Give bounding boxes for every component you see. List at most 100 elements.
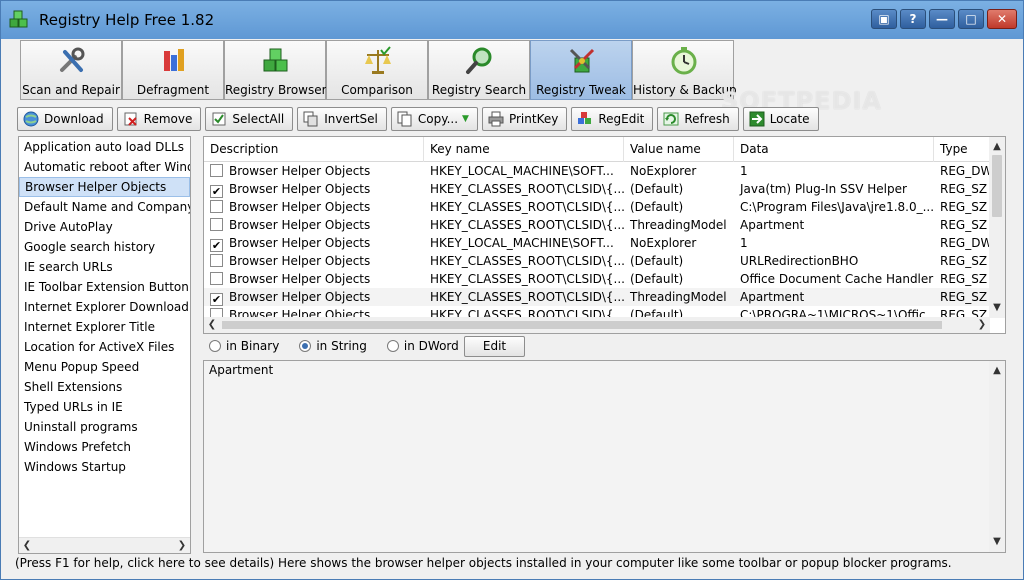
clock-icon — [671, 47, 697, 75]
selectall-button[interactable]: SelectAll — [205, 107, 294, 131]
tweak-list-item[interactable]: Menu Popup Speed — [19, 357, 190, 377]
scroll-down-icon[interactable]: ▼ — [989, 534, 1005, 550]
tweak-list-item[interactable]: Shell Extensions — [19, 377, 190, 397]
tweak-list[interactable]: Application auto load DLLs Automatic rebo… — [19, 137, 190, 537]
scroll-up-icon[interactable]: ▲ — [989, 363, 1005, 379]
radio-circle[interactable] — [209, 340, 221, 352]
scroll-right-icon[interactable]: ❯ — [974, 317, 990, 333]
regedit-button[interactable]: RegEdit — [571, 107, 654, 131]
tweak-list-horizontal-scrollbar[interactable]: ❮ ❯ — [19, 537, 190, 553]
toolbar: Download Remove SelectAll InvertSel Copy… — [17, 107, 819, 131]
title-bar[interactable]: Registry Help Free 1.82 ▣ ? — □ ✕ — [1, 1, 1023, 39]
scroll-left-icon[interactable]: ❮ — [19, 538, 35, 553]
row-checkbox[interactable] — [210, 218, 223, 231]
tab-scan-and-repair[interactable]: Scan and Repair — [20, 40, 122, 100]
grid-vertical-scrollbar[interactable]: ▲ ▼ — [989, 137, 1005, 318]
tweak-list-item[interactable]: Drive AutoPlay — [19, 217, 190, 237]
tweak-list-item[interactable]: Windows Startup — [19, 457, 190, 477]
cell-type: REG_SZ — [940, 218, 988, 232]
tweak-list-item[interactable]: Google search history — [19, 237, 190, 257]
scroll-up-icon[interactable]: ▲ — [989, 139, 1005, 155]
copy-icon — [397, 111, 412, 127]
tweak-list-item[interactable]: IE search URLs — [19, 257, 190, 277]
cell-description-text: Browser Helper Objects — [229, 254, 371, 268]
row-checkbox[interactable]: ✔ — [210, 239, 223, 252]
column-header-value-name[interactable]: Value name — [624, 137, 734, 162]
cell-value: (Default) — [630, 200, 684, 214]
tweak-list-item[interactable]: Windows Prefetch — [19, 437, 190, 457]
row-checkbox[interactable] — [210, 200, 223, 213]
grid-horizontal-scrollbar[interactable]: ❮ ❯ — [204, 317, 990, 333]
value-vertical-scrollbar[interactable]: ▲ ▼ — [989, 361, 1005, 552]
table-row[interactable]: Browser Helper Objects HKEY_CLASSES_ROOT\… — [204, 198, 990, 216]
tab-history-backup[interactable]: History & Backup — [632, 40, 737, 100]
cell-type: REG_SZ — [940, 272, 988, 286]
table-row[interactable]: ✔ Browser Helper Objects HKEY_CLASSES_ROOT… — [204, 180, 990, 198]
table-row[interactable]: Browser Helper Objects HKEY_LOCAL_MACHINE… — [204, 162, 990, 180]
cell-value: (Default) — [630, 272, 684, 286]
edit-button[interactable]: Edit — [464, 336, 525, 357]
magnifier-icon — [466, 47, 492, 74]
tweak-list-item[interactable]: IE Toolbar Extension Button — [19, 277, 190, 297]
select-all-icon — [212, 112, 226, 126]
cell-description-text: Browser Helper Objects — [229, 272, 371, 286]
grid-horizontal-thumb[interactable] — [222, 321, 942, 329]
tweak-list-item[interactable]: Location for ActiveX Files — [19, 337, 190, 357]
status-bar[interactable]: (Press F1 for help, click here to see de… — [15, 556, 1005, 574]
radio-circle[interactable] — [299, 340, 312, 352]
tweak-list-item[interactable]: Internet Explorer Download N — [19, 297, 190, 317]
table-row[interactable]: ✔ Browser Helper Objects HKEY_CLASSES_ROOT… — [204, 288, 990, 306]
table-row[interactable]: Browser Helper Objects HKEY_CLASSES_ROOT\… — [204, 252, 990, 270]
invertsel-button[interactable]: InvertSel — [297, 107, 387, 131]
tweak-list-item[interactable]: Application auto load DLLs — [19, 137, 190, 157]
refresh-button[interactable]: Refresh — [657, 107, 739, 131]
help-icon[interactable]: ? — [900, 9, 926, 29]
tab-comparison[interactable]: Comparison — [326, 40, 428, 100]
cell-key: HKEY_LOCAL_MACHINE\SOFT... — [430, 164, 614, 178]
table-row[interactable]: Browser Helper Objects HKEY_CLASSES_ROOT\… — [204, 216, 990, 234]
table-row[interactable]: ✔ Browser Helper Objects HKEY_LOCAL_MACHIN… — [204, 234, 990, 252]
radio-in-dword[interactable]: in DWord — [386, 339, 459, 353]
scroll-left-icon[interactable]: ❮ — [204, 317, 220, 333]
column-header-description[interactable]: Description — [204, 137, 424, 162]
tweak-list-item[interactable]: Automatic reboot after Windo — [19, 157, 190, 177]
remove-button[interactable]: Remove — [116, 107, 202, 131]
row-checkbox[interactable]: ✔ — [210, 185, 223, 198]
row-checkbox[interactable] — [210, 164, 223, 177]
printkey-button[interactable]: PrintKey — [481, 107, 568, 131]
tweak-list-item[interactable]: Typed URLs in IE — [19, 397, 190, 417]
tweak-list-item[interactable]: Internet Explorer Title — [19, 317, 190, 337]
download-button[interactable]: Download — [17, 107, 113, 131]
grid-vertical-thumb[interactable] — [992, 155, 1002, 217]
tweak-list-item[interactable]: Default Name and Company In — [19, 197, 190, 217]
cell-key: HKEY_CLASSES_ROOT\CLSID\{... — [430, 254, 624, 268]
tab-registry-tweak[interactable]: Registry Tweak — [530, 40, 632, 100]
column-header-data[interactable]: Data — [734, 137, 934, 162]
tweak-list-item[interactable]: Browser Helper Objects — [19, 177, 190, 197]
tab-defragment[interactable]: Defragment — [122, 40, 224, 100]
copy-button[interactable]: Copy... ▼ — [390, 107, 478, 131]
radio-in-string[interactable]: in String — [299, 339, 367, 353]
scroll-down-icon[interactable]: ▼ — [989, 300, 1005, 316]
locate-button[interactable]: Locate — [742, 107, 819, 131]
tab-registry-browser[interactable]: Registry Browser — [224, 40, 327, 100]
scroll-right-icon[interactable]: ❯ — [174, 538, 190, 553]
cell-description: ✔ Browser Helper Objects — [204, 234, 424, 252]
close-icon[interactable]: ✕ — [987, 9, 1017, 29]
row-checkbox[interactable] — [210, 254, 223, 267]
row-checkbox[interactable] — [210, 272, 223, 285]
minimize-icon[interactable]: — — [929, 9, 955, 29]
radio-in-binary[interactable]: in Binary — [209, 339, 279, 353]
row-checkbox[interactable]: ✔ — [210, 293, 223, 306]
tab-registry-search[interactable]: Registry Search — [428, 40, 530, 100]
restore-icon[interactable]: ▣ — [871, 9, 897, 29]
tweak-list-item[interactable]: Uninstall programs — [19, 417, 190, 437]
value-display-text: Apartment — [209, 363, 274, 377]
column-header-type[interactable]: Type — [934, 137, 990, 162]
table-row[interactable]: Browser Helper Objects HKEY_CLASSES_ROOT\… — [204, 270, 990, 288]
column-header-key-name[interactable]: Key name — [424, 137, 624, 162]
maximize-icon[interactable]: □ — [958, 9, 984, 29]
value-display-panel[interactable]: Apartment ▲ ▼ — [203, 360, 1006, 553]
radio-circle[interactable] — [386, 340, 399, 352]
cell-description: Browser Helper Objects — [204, 216, 424, 234]
